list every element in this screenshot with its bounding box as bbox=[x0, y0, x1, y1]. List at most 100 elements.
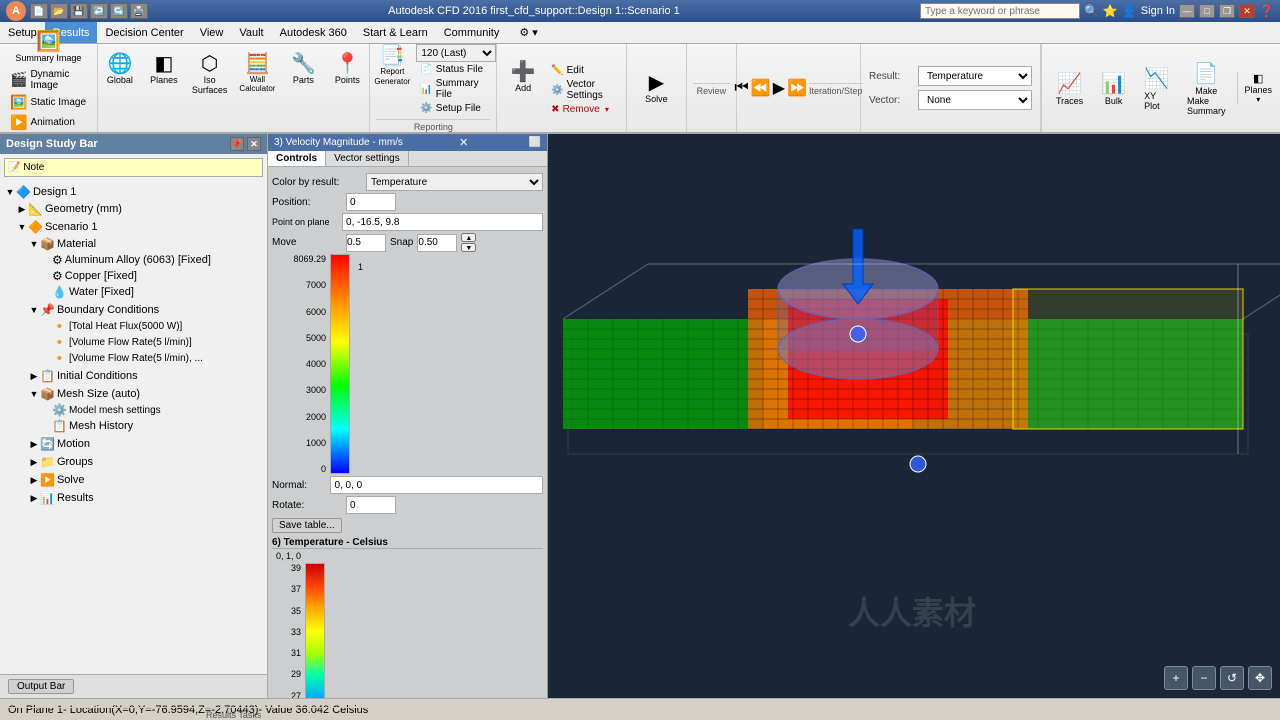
bulk-btn[interactable]: 📊 Bulk bbox=[1095, 69, 1132, 108]
tree-row-design1[interactable]: ▼ 🔷 Design 1 bbox=[2, 184, 265, 200]
legend-expand-btn[interactable]: ⬜ bbox=[529, 137, 541, 148]
color-bar[interactable] bbox=[330, 254, 350, 474]
parts-btn[interactable]: 🔧 Parts bbox=[283, 52, 323, 87]
window-close[interactable]: ✕ bbox=[1239, 4, 1255, 18]
tree-row-solve[interactable]: ▶ ▶️ Solve bbox=[2, 472, 265, 488]
tree-row-scenario1[interactable]: ▼ 🔶 Scenario 1 bbox=[2, 219, 265, 235]
tree-row-groups[interactable]: ▶ 📁 Groups bbox=[2, 454, 265, 470]
iso-surfaces-btn[interactable]: ⬡ Iso Surfaces bbox=[188, 52, 232, 97]
toolbar-btn-open[interactable]: 📂 bbox=[50, 3, 68, 19]
menu-decision-center[interactable]: Decision Center bbox=[97, 22, 191, 43]
search-icon[interactable]: 🔍 bbox=[1084, 4, 1099, 18]
tree-row-vol-flow1[interactable]: 🔸 [Volume Flow Rate(5 l/min)] bbox=[2, 334, 265, 350]
xy-plot-btn[interactable]: 📉 XY Plot bbox=[1138, 64, 1175, 113]
legend-close-btn[interactable]: ✕ bbox=[459, 136, 468, 149]
tree-row-aluminum[interactable]: ⚙ Aluminum Alloy (6063) [Fixed] bbox=[2, 252, 265, 268]
tree-row-boundary[interactable]: ▼ 📌 Boundary Conditions bbox=[2, 302, 265, 318]
tree-toggle-groups[interactable]: ▶ bbox=[28, 457, 40, 468]
tree-toggle-boundary[interactable]: ▼ bbox=[28, 305, 40, 315]
animation-btn[interactable]: ▶️ Animation bbox=[6, 113, 91, 132]
toolbar-btn-redo[interactable]: ↪️ bbox=[110, 3, 128, 19]
tree-row-material[interactable]: ▼ 📦 Material bbox=[2, 236, 265, 252]
sidebar-pin-btn[interactable]: 📌 bbox=[230, 137, 244, 151]
play-btn[interactable]: ▶ bbox=[773, 78, 785, 98]
tree-toggle-geometry[interactable]: ▶ bbox=[16, 204, 28, 215]
step-forward-btn[interactable]: ⏩ bbox=[787, 78, 807, 98]
snap-down-btn[interactable]: ▼ bbox=[461, 243, 476, 252]
save-table-btn[interactable]: Save table... bbox=[272, 518, 342, 533]
legend-tab-controls[interactable]: Controls bbox=[268, 151, 326, 166]
temp-color-bar[interactable] bbox=[305, 563, 325, 698]
tree-row-results[interactable]: ▶ 📊 Results bbox=[2, 490, 265, 506]
wall-calculator-btn[interactable]: 🧮 Wall Calculator bbox=[235, 52, 279, 95]
toolbar-btn-print[interactable]: 🖨️ bbox=[130, 3, 148, 19]
make-summary-btn[interactable]: 📄 Make Make Summary bbox=[1181, 59, 1232, 118]
point-on-plane-input[interactable] bbox=[342, 213, 543, 231]
window-minimize[interactable]: — bbox=[1179, 4, 1195, 18]
remove-btn[interactable]: ✖ Remove ▾ bbox=[547, 103, 620, 116]
help-icon[interactable]: ❓ bbox=[1259, 4, 1274, 18]
toolbar-btn-save[interactable]: 💾 bbox=[70, 3, 88, 19]
tree-row-mesh[interactable]: ▼ 📦 Mesh Size (auto) bbox=[2, 386, 265, 402]
tree-row-heat-flux[interactable]: 🔸 [Total Heat Flux(5000 W)] bbox=[2, 318, 265, 334]
result-type-dropdown[interactable]: Temperature Pressure Velocity bbox=[918, 66, 1032, 86]
user-icon[interactable]: 👤 bbox=[1122, 4, 1137, 18]
menu-vault[interactable]: Vault bbox=[231, 22, 271, 43]
toolbar-btn-undo[interactable]: ↩️ bbox=[90, 3, 108, 19]
solve-btn[interactable]: ▶ Solve bbox=[636, 71, 676, 106]
add-btn[interactable]: ➕ Add bbox=[503, 60, 543, 95]
window-restore[interactable]: ❐ bbox=[1219, 4, 1235, 18]
points-btn[interactable]: 📍 Points bbox=[327, 52, 367, 87]
normal-input[interactable] bbox=[330, 476, 543, 494]
tree-toggle-results[interactable]: ▶ bbox=[28, 493, 40, 504]
snap-input[interactable] bbox=[417, 234, 457, 252]
nav-zoom-in[interactable]: + bbox=[1164, 666, 1188, 690]
search-input[interactable] bbox=[920, 3, 1080, 19]
step-back-start-btn[interactable]: ⏮ bbox=[734, 79, 748, 97]
tree-toggle-material[interactable]: ▼ bbox=[28, 239, 40, 249]
move-input[interactable] bbox=[346, 234, 386, 252]
position-input[interactable] bbox=[346, 193, 396, 211]
window-maximize[interactable]: □ bbox=[1199, 4, 1215, 18]
sidebar-close-btn[interactable]: ✕ bbox=[247, 137, 261, 151]
report-generator-btn[interactable]: 📑 Report Generator bbox=[370, 44, 414, 88]
tree-toggle-scenario1[interactable]: ▼ bbox=[16, 222, 28, 232]
summary-image-btn[interactable]: 🖼️ Summary Image bbox=[11, 30, 85, 65]
tree-toggle-initial[interactable]: ▶ bbox=[28, 371, 40, 382]
tree-row-motion[interactable]: ▶ 🔄 Motion bbox=[2, 436, 265, 452]
traces-btn[interactable]: 📈 Traces bbox=[1050, 69, 1089, 108]
dynamic-image-btn[interactable]: 🎬 Dynamic Image bbox=[6, 68, 91, 92]
viewport[interactable]: RIGHT 人人素材 + − ↺ ✥ bbox=[548, 134, 1280, 698]
tree-row-water[interactable]: 💧 Water [Fixed] bbox=[2, 284, 265, 300]
menu-start-learn[interactable]: Start & Learn bbox=[355, 22, 436, 43]
nav-zoom-out[interactable]: − bbox=[1192, 666, 1216, 690]
tree-toggle-solve[interactable]: ▶ bbox=[28, 475, 40, 486]
menu-extra[interactable]: ⚙ ▾ bbox=[511, 22, 545, 43]
tree-toggle-mesh[interactable]: ▼ bbox=[28, 389, 40, 399]
tree-row-mesh-history[interactable]: 📋 Mesh History bbox=[2, 418, 265, 434]
menu-view[interactable]: View bbox=[192, 22, 232, 43]
vector-type-dropdown[interactable]: None Velocity bbox=[918, 90, 1032, 110]
tree-row-model-mesh[interactable]: ⚙️ Model mesh settings bbox=[2, 402, 265, 418]
global-btn[interactable]: 🌐 Global bbox=[100, 52, 140, 87]
tree-row-copper[interactable]: ⚙ Copper [Fixed] bbox=[2, 268, 265, 284]
legend-tab-vector[interactable]: Vector settings bbox=[326, 151, 409, 166]
planes-dropdown-btn[interactable]: ◧ Planes ▾ bbox=[1237, 72, 1272, 104]
snap-up-btn[interactable]: ▲ bbox=[461, 233, 476, 242]
menu-community[interactable]: Community bbox=[436, 22, 508, 43]
static-image-btn[interactable]: 🖼️ Static Image bbox=[6, 93, 91, 112]
vector-settings-btn[interactable]: ⚙️ Vector Settings bbox=[547, 78, 620, 102]
tree-row-initial[interactable]: ▶ 📋 Initial Conditions bbox=[2, 368, 265, 384]
edit-btn[interactable]: ✏️ Edit bbox=[547, 64, 620, 77]
output-bar-button[interactable]: Output Bar bbox=[8, 679, 74, 694]
star-icon[interactable]: ⭐ bbox=[1103, 4, 1118, 18]
tree-row-vol-flow2[interactable]: 🔸 [Volume Flow Rate(5 l/min), ... bbox=[2, 350, 265, 366]
tree-toggle-design1[interactable]: ▼ bbox=[4, 187, 16, 197]
toolbar-btn-new[interactable]: 📄 bbox=[30, 3, 48, 19]
nav-pan[interactable]: ✥ bbox=[1248, 666, 1272, 690]
menu-autodesk360[interactable]: Autodesk 360 bbox=[272, 22, 355, 43]
rotate-input[interactable] bbox=[346, 496, 396, 514]
setup-file-btn[interactable]: ⚙️ Setup File bbox=[416, 102, 496, 115]
status-file-btn[interactable]: 📄 Status File bbox=[416, 63, 496, 76]
signin-btn[interactable]: Sign In bbox=[1141, 5, 1175, 17]
